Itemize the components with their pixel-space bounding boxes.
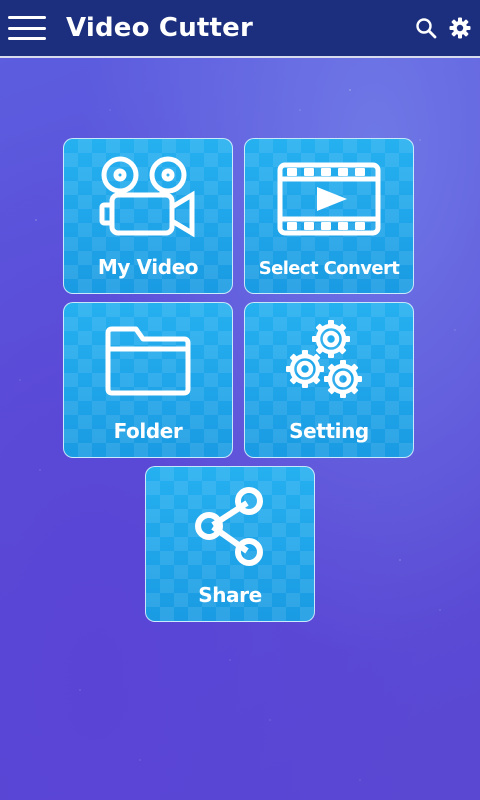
select-convert-button[interactable]: Select Convert: [244, 138, 414, 294]
setting-button[interactable]: Setting: [244, 302, 414, 458]
menu-line: [8, 37, 46, 40]
app-title: Video Cutter: [66, 13, 254, 43]
tile-label: Share: [198, 583, 262, 607]
tile-label: Folder: [113, 419, 183, 443]
film-play-icon: [277, 162, 381, 236]
share-button[interactable]: Share: [145, 466, 315, 622]
folder-button[interactable]: Folder: [63, 302, 233, 458]
app-bar-actions: [414, 16, 472, 40]
gears-icon: [286, 320, 362, 398]
gear-icon[interactable]: [448, 16, 472, 40]
tile-label: Setting: [289, 419, 369, 443]
tile-label: Select Convert: [258, 258, 400, 279]
my-video-button[interactable]: My Video: [63, 138, 233, 294]
folder-icon: [105, 326, 191, 396]
menu-line: [8, 26, 46, 30]
search-icon[interactable]: [414, 16, 438, 40]
tile-label: My Video: [97, 255, 199, 279]
video-camera-icon: [99, 156, 195, 238]
menu-line: [8, 16, 46, 19]
share-icon: [195, 487, 263, 566]
app-bar: Video Cutter: [0, 0, 480, 58]
menu-icon[interactable]: [8, 13, 46, 43]
